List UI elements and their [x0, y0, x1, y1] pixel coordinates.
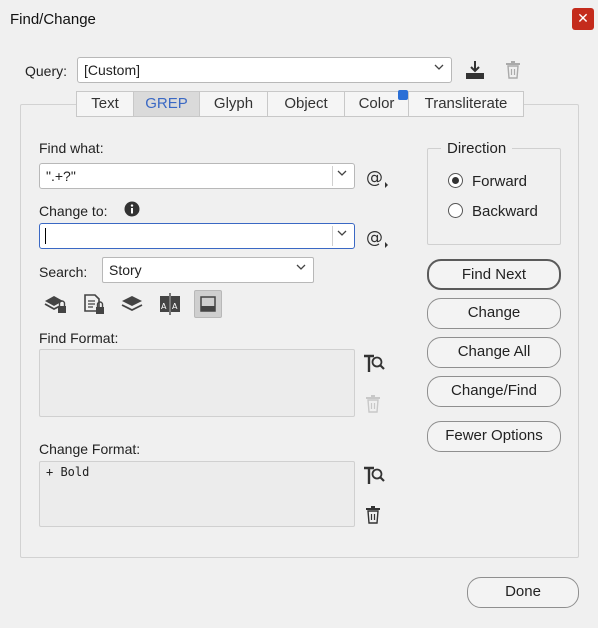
tab-glyph[interactable]: Glyph [199, 91, 268, 117]
tab-object[interactable]: Object [267, 91, 345, 117]
query-label: Query: [25, 63, 68, 79]
svg-text:@: @ [366, 168, 383, 188]
change-to-input[interactable] [39, 223, 355, 249]
forward-radio[interactable] [448, 173, 463, 188]
specify-format-icon[interactable] [362, 352, 386, 374]
tab-notification-badge [398, 90, 408, 100]
special-characters-icon[interactable]: @ [366, 167, 390, 189]
special-characters-icon[interactable]: @ [366, 227, 390, 249]
fewer-options-button[interactable]: Fewer Options [427, 421, 561, 452]
tab-transliterate[interactable]: Transliterate [408, 91, 524, 117]
forward-label[interactable]: Forward [472, 173, 527, 190]
change-to-label: Change to: [39, 203, 108, 219]
clear-format-icon[interactable] [365, 506, 381, 524]
include-footnotes-icon[interactable] [194, 290, 222, 318]
tab-text[interactable]: Text [76, 91, 134, 117]
clear-format-icon [366, 395, 380, 413]
search-scope-value: Story [109, 262, 142, 278]
change-format-value: + Bold [46, 465, 90, 479]
chevron-down-icon [296, 264, 306, 270]
chevron-down-icon [434, 64, 444, 70]
change-format-box[interactable]: + Bold [39, 461, 355, 527]
find-format-box[interactable] [39, 349, 355, 417]
include-hidden-layers-icon[interactable] [118, 290, 146, 318]
done-button[interactable]: Done [467, 577, 579, 608]
window-title: Find/Change [10, 11, 96, 28]
include-locked-stories-icon[interactable] [80, 290, 108, 318]
direction-group [427, 148, 561, 245]
change-find-button[interactable]: Change/Find [427, 376, 561, 407]
find-format-label: Find Format: [39, 330, 119, 346]
find-what-value: ".+?" [46, 168, 76, 184]
include-master-pages-icon[interactable]: A A [156, 290, 184, 318]
backward-label[interactable]: Backward [472, 203, 538, 220]
text-cursor [45, 228, 46, 245]
direction-label: Direction [441, 140, 513, 157]
tab-grep[interactable]: GREP [133, 91, 200, 117]
find-what-input[interactable]: ".+?" [39, 163, 355, 189]
backward-radio[interactable] [448, 203, 463, 218]
change-format-label: Change Format: [39, 441, 141, 457]
specify-format-icon[interactable] [362, 464, 386, 486]
change-button[interactable]: Change [427, 298, 561, 329]
find-what-label: Find what: [39, 140, 104, 156]
chevron-down-icon[interactable] [336, 227, 348, 239]
search-label: Search: [39, 264, 88, 280]
chevron-down-icon[interactable] [336, 167, 348, 179]
find-next-button[interactable]: Find Next [427, 259, 561, 290]
search-scope-select[interactable]: Story [102, 257, 314, 283]
query-value: [Custom] [84, 62, 141, 78]
change-all-button[interactable]: Change All [427, 337, 561, 368]
query-select[interactable]: [Custom] [77, 57, 452, 83]
save-query-icon[interactable] [464, 60, 486, 80]
delete-query-icon[interactable] [505, 61, 521, 79]
info-icon[interactable] [124, 201, 140, 217]
include-locked-layers-icon[interactable] [42, 290, 70, 318]
close-button[interactable]: ✕ [572, 8, 594, 30]
svg-text:A: A [172, 302, 178, 311]
svg-text:A: A [161, 302, 167, 311]
svg-text:@: @ [366, 228, 383, 248]
